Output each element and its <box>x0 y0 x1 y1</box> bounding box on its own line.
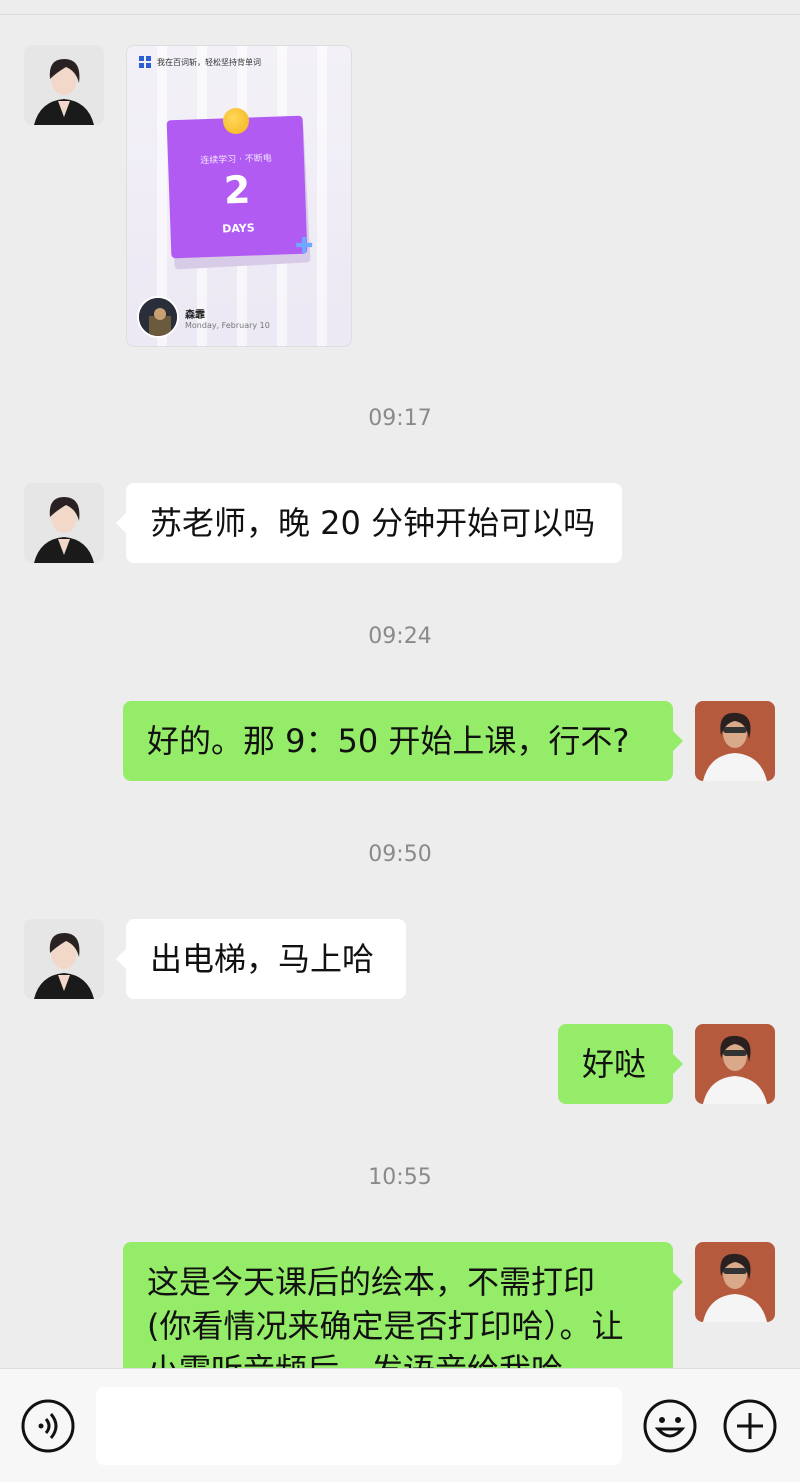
timestamp: 09:50 <box>368 842 432 867</box>
input-bar <box>0 1368 800 1482</box>
card-header: 我在百词斩，轻松坚持背单词 <box>139 56 261 68</box>
pin-icon <box>223 108 249 134</box>
my-avatar[interactable] <box>695 701 775 781</box>
top-divider <box>0 14 800 15</box>
shared-card[interactable]: 我在百词斩，轻松坚持背单词 连续学习 · 不断电 2 DAYS ✚ 森霏 Mon… <box>126 45 352 347</box>
message-bubble[interactable]: 好哒 <box>558 1024 683 1104</box>
card-header-text: 我在百词斩，轻松坚持背单词 <box>157 57 261 67</box>
emoji-icon[interactable] <box>643 1399 697 1453</box>
app-logo-icon <box>139 56 151 68</box>
timestamp: 09:17 <box>368 406 432 431</box>
timestamp: 10:55 <box>368 1165 432 1190</box>
streak-days-number: 2 <box>223 167 252 213</box>
message-bubble[interactable]: 出电梯，马上哈 <box>116 919 406 999</box>
my-avatar[interactable] <box>695 1242 775 1322</box>
streak-label: 连续学习 · 不断电 <box>200 153 273 167</box>
message-input[interactable] <box>96 1387 622 1465</box>
streak-days-label: DAYS <box>221 221 255 236</box>
voice-icon[interactable] <box>21 1399 75 1453</box>
message-text: 苏老师，晚 20 分钟开始可以吗 <box>150 504 596 542</box>
card-user-avatar <box>137 296 179 338</box>
card-date: Monday, February 10 <box>185 321 270 330</box>
card-user-name: 森霏 <box>185 310 205 321</box>
contact-avatar[interactable] <box>24 45 104 125</box>
message-bubble[interactable]: 好的。那 9：50 开始上课，行不? <box>123 701 683 781</box>
timestamp: 09:24 <box>368 624 432 649</box>
message-text-line: 这是今天课后的绘本，不需打印 <box>147 1263 596 1301</box>
message-text: 好哒 <box>582 1045 647 1083</box>
contact-avatar[interactable] <box>24 919 104 999</box>
message-text: 好的。那 9：50 开始上课，行不? <box>147 722 630 760</box>
message-text-line: (你看情况来确定是否打印哈）。让 <box>147 1307 624 1345</box>
message-text: 出电梯，马上哈 <box>150 940 375 978</box>
streak-note: 连续学习 · 不断电 2 DAYS <box>166 115 308 259</box>
message-bubble[interactable]: 苏老师，晚 20 分钟开始可以吗 <box>116 483 622 563</box>
my-avatar[interactable] <box>695 1024 775 1104</box>
tape-icon: ✚ <box>295 234 314 259</box>
plus-icon[interactable] <box>723 1399 777 1453</box>
contact-avatar[interactable] <box>24 483 104 563</box>
